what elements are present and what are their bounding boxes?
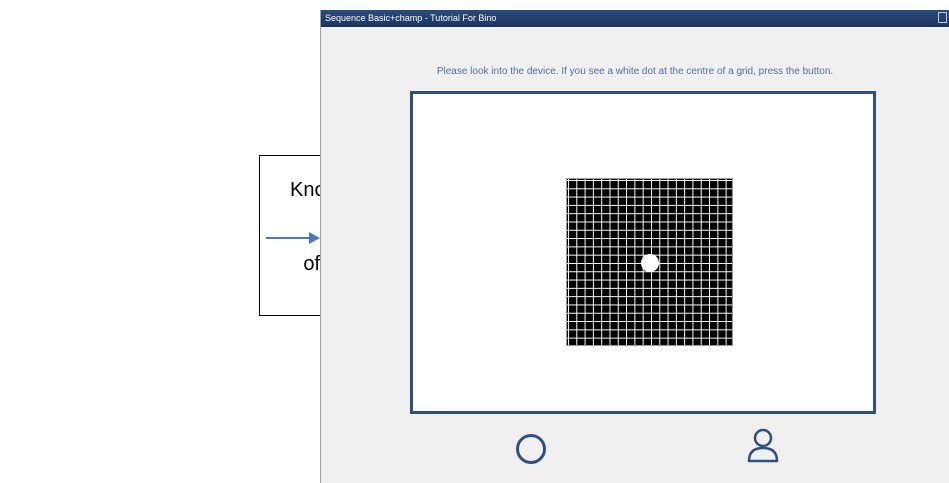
arrow-head-icon bbox=[309, 232, 320, 244]
app-window: Sequence Basic+champ - Tutorial For Bino… bbox=[320, 10, 949, 483]
page: Knop sequentie S of spatiebalk Sequence … bbox=[0, 0, 949, 483]
instruction-text: Please look into the device. If you see … bbox=[436, 66, 834, 77]
circle-icon[interactable] bbox=[516, 434, 546, 464]
amsler-grid bbox=[566, 178, 733, 346]
person-icon-graphic bbox=[747, 428, 779, 463]
window-control-button[interactable] bbox=[938, 12, 947, 23]
stimulus-frame bbox=[410, 91, 876, 414]
window-title: Sequence Basic+champ - Tutorial For Bino bbox=[325, 13, 497, 23]
arrow-line bbox=[266, 237, 310, 239]
window-titlebar: Sequence Basic+champ - Tutorial For Bino bbox=[321, 10, 949, 27]
person-icon[interactable] bbox=[746, 428, 780, 464]
fixation-dot bbox=[641, 254, 659, 272]
